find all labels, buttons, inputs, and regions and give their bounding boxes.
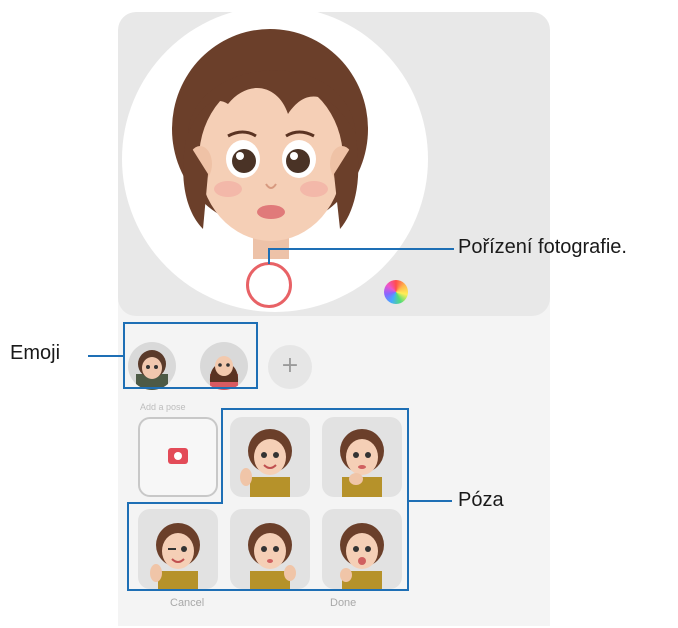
- pose-callout-label: Póza: [458, 489, 504, 511]
- pose-highlight-frame: [127, 408, 452, 591]
